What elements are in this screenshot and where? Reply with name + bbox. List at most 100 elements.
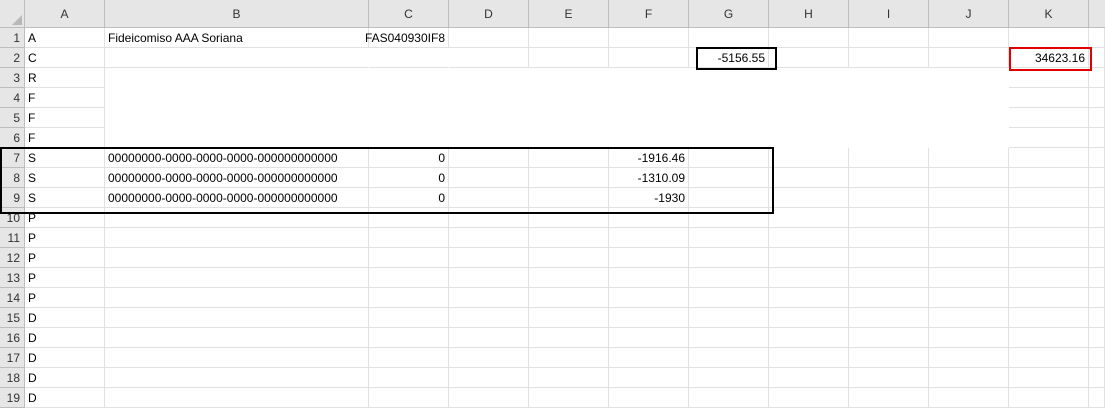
cell-b5[interactable] <box>105 108 369 128</box>
cell-a18[interactable]: D <box>25 368 105 388</box>
cell-b16[interactable] <box>105 328 369 348</box>
cell-partial-7[interactable] <box>1089 148 1105 168</box>
cell-f16[interactable] <box>609 328 689 348</box>
column-header-c[interactable]: C <box>369 0 449 28</box>
row-header-10[interactable]: 10 <box>0 208 25 228</box>
cell-c7[interactable]: 0 <box>369 148 449 168</box>
cell-partial-11[interactable] <box>1089 228 1105 248</box>
cell-j14[interactable] <box>929 288 1009 308</box>
cell-f4[interactable] <box>609 88 689 108</box>
cell-g19[interactable] <box>689 388 769 408</box>
column-header-a[interactable]: A <box>25 0 105 28</box>
row-header-7[interactable]: 7 <box>0 148 25 168</box>
cell-k4[interactable] <box>1009 88 1089 108</box>
cell-c17[interactable] <box>369 348 449 368</box>
cell-g9[interactable] <box>689 188 769 208</box>
select-all-corner[interactable] <box>0 0 25 28</box>
cell-a3[interactable]: R <box>25 68 105 88</box>
cell-i3[interactable] <box>849 68 929 88</box>
row-header-14[interactable]: 14 <box>0 288 25 308</box>
cell-k3[interactable] <box>1009 68 1089 88</box>
cell-e2[interactable] <box>529 48 609 68</box>
cell-i18[interactable] <box>849 368 929 388</box>
cell-k6[interactable] <box>1009 128 1089 148</box>
cell-g1[interactable] <box>689 28 769 48</box>
cell-k19[interactable] <box>1009 388 1089 408</box>
row-header-4[interactable]: 4 <box>0 88 25 108</box>
cell-g12[interactable] <box>689 248 769 268</box>
cell-e16[interactable] <box>529 328 609 348</box>
cell-f5[interactable] <box>609 108 689 128</box>
cell-h14[interactable] <box>769 288 849 308</box>
cell-i9[interactable] <box>849 188 929 208</box>
cell-g18[interactable] <box>689 368 769 388</box>
cell-d15[interactable] <box>449 308 529 328</box>
cell-b19[interactable] <box>105 388 369 408</box>
cell-k14[interactable] <box>1009 288 1089 308</box>
cell-i11[interactable] <box>849 228 929 248</box>
cell-k7[interactable] <box>1009 148 1089 168</box>
cell-d6[interactable] <box>449 128 529 148</box>
cell-a7[interactable]: S <box>25 148 105 168</box>
cell-g8[interactable] <box>689 168 769 188</box>
cell-a17[interactable]: D <box>25 348 105 368</box>
cell-g15[interactable] <box>689 308 769 328</box>
cell-a16[interactable]: D <box>25 328 105 348</box>
row-header-8[interactable]: 8 <box>0 168 25 188</box>
cell-f12[interactable] <box>609 248 689 268</box>
cell-k1[interactable] <box>1009 28 1089 48</box>
row-header-1[interactable]: 1 <box>0 28 25 48</box>
cell-j9[interactable] <box>929 188 1009 208</box>
row-header-18[interactable]: 18 <box>0 368 25 388</box>
cell-a13[interactable]: P <box>25 268 105 288</box>
cell-a5[interactable]: F <box>25 108 105 128</box>
cell-b18[interactable] <box>105 368 369 388</box>
cell-h13[interactable] <box>769 268 849 288</box>
column-header-g[interactable]: G <box>689 0 769 28</box>
cell-e19[interactable] <box>529 388 609 408</box>
cell-h10[interactable] <box>769 208 849 228</box>
cell-c4[interactable] <box>369 88 449 108</box>
row-header-9[interactable]: 9 <box>0 188 25 208</box>
cell-partial-1[interactable] <box>1089 28 1105 48</box>
cell-c19[interactable] <box>369 388 449 408</box>
cell-d1[interactable] <box>449 28 529 48</box>
cell-j18[interactable] <box>929 368 1009 388</box>
row-header-19[interactable]: 19 <box>0 388 25 408</box>
cell-g17[interactable] <box>689 348 769 368</box>
cell-f11[interactable] <box>609 228 689 248</box>
cell-h19[interactable] <box>769 388 849 408</box>
cell-b7[interactable]: 00000000-0000-0000-0000-000000000000 <box>105 148 369 168</box>
cell-b10[interactable] <box>105 208 369 228</box>
cell-c16[interactable] <box>369 328 449 348</box>
cell-c3[interactable] <box>369 68 449 88</box>
cell-e13[interactable] <box>529 268 609 288</box>
cell-e18[interactable] <box>529 368 609 388</box>
cell-partial-8[interactable] <box>1089 168 1105 188</box>
cell-k2[interactable]: 34623.16 <box>1009 48 1089 68</box>
cell-c9[interactable]: 0 <box>369 188 449 208</box>
cell-g4[interactable] <box>689 88 769 108</box>
cell-j12[interactable] <box>929 248 1009 268</box>
cell-h8[interactable] <box>769 168 849 188</box>
cell-b12[interactable] <box>105 248 369 268</box>
cell-k9[interactable] <box>1009 188 1089 208</box>
cell-b6[interactable] <box>105 128 369 148</box>
cell-e6[interactable] <box>529 128 609 148</box>
cell-k5[interactable] <box>1009 108 1089 128</box>
cell-g16[interactable] <box>689 328 769 348</box>
cell-j3[interactable] <box>929 68 1009 88</box>
cell-f6[interactable] <box>609 128 689 148</box>
cell-d12[interactable] <box>449 248 529 268</box>
cell-c12[interactable] <box>369 248 449 268</box>
cell-j7[interactable] <box>929 148 1009 168</box>
cell-b13[interactable] <box>105 268 369 288</box>
cell-partial-13[interactable] <box>1089 268 1105 288</box>
column-header-f[interactable]: F <box>609 0 689 28</box>
cell-f8[interactable]: -1310.09 <box>609 168 689 188</box>
cell-e14[interactable] <box>529 288 609 308</box>
cell-b8[interactable]: 00000000-0000-0000-0000-000000000000 <box>105 168 369 188</box>
cell-e9[interactable] <box>529 188 609 208</box>
cell-i16[interactable] <box>849 328 929 348</box>
cell-h5[interactable] <box>769 108 849 128</box>
